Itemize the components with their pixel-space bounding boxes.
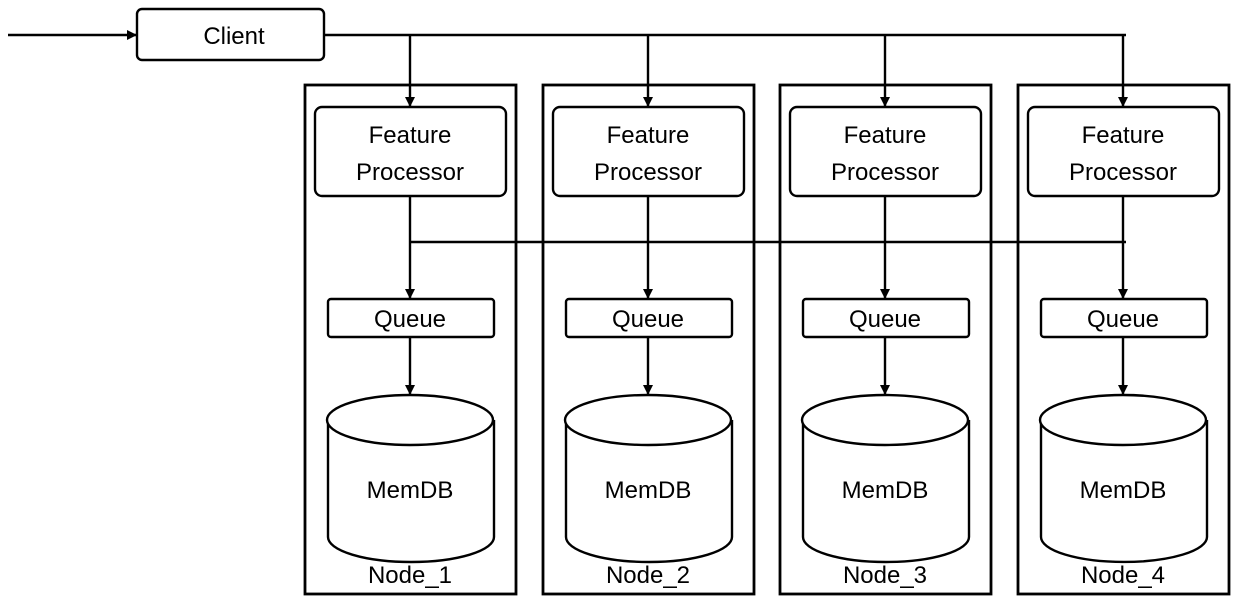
queue-box: Queue (326, 297, 496, 339)
queue-label: Queue (849, 306, 921, 333)
memdb-cylinder: MemDB (1038, 393, 1209, 564)
feature-processor-box: Feature Processor (551, 105, 746, 198)
feature-processor-box: Feature Processor (313, 105, 508, 198)
node-name-label: Node_4 (1081, 562, 1165, 589)
feature-processor-label-line2: Processor (831, 159, 939, 186)
node-name-label: Node_2 (606, 562, 690, 589)
node-2: Feature Processor Queue MemDB Node_2 (541, 35, 756, 596)
memdb-cylinder: MemDB (325, 393, 496, 564)
queue-label: Queue (1087, 306, 1159, 333)
feature-processor-label-line2: Processor (356, 159, 464, 186)
memdb-label: MemDB (605, 477, 692, 504)
node-4: Feature Processor Queue MemDB Node_4 (1016, 35, 1231, 596)
queue-box: Queue (1039, 297, 1209, 339)
feature-processor-box: Feature Processor (1026, 105, 1221, 198)
memdb-label: MemDB (842, 477, 929, 504)
memdb-cylinder: MemDB (800, 393, 971, 564)
feature-processor-label-line1: Feature (607, 122, 690, 149)
memdb-label: MemDB (367, 477, 454, 504)
client-box: Client (135, 7, 326, 62)
node-name-label: Node_3 (843, 562, 927, 589)
node-1: Feature Processor Queue MemDB Node_1 (303, 35, 518, 596)
feature-processor-label-line1: Feature (844, 122, 927, 149)
architecture-diagram: Client FeatureProcessorQueueMemDBNode_1F… (8, 7, 1231, 596)
node-3: Feature Processor Queue MemDB Node_3 (778, 35, 993, 596)
client-label: Client (203, 23, 265, 50)
queue-label: Queue (374, 306, 446, 333)
queue-box: Queue (564, 297, 734, 339)
queue-box: Queue (801, 297, 971, 339)
feature-processor-label-line2: Processor (1069, 159, 1177, 186)
node-name-label: Node_1 (368, 562, 452, 589)
memdb-label: MemDB (1080, 477, 1167, 504)
feature-processor-label-line1: Feature (369, 122, 452, 149)
memdb-cylinder: MemDB (563, 393, 734, 564)
feature-processor-label-line1: Feature (1082, 122, 1165, 149)
feature-processor-box: Feature Processor (788, 105, 983, 198)
feature-processor-label-line2: Processor (594, 159, 702, 186)
queue-label: Queue (612, 306, 684, 333)
